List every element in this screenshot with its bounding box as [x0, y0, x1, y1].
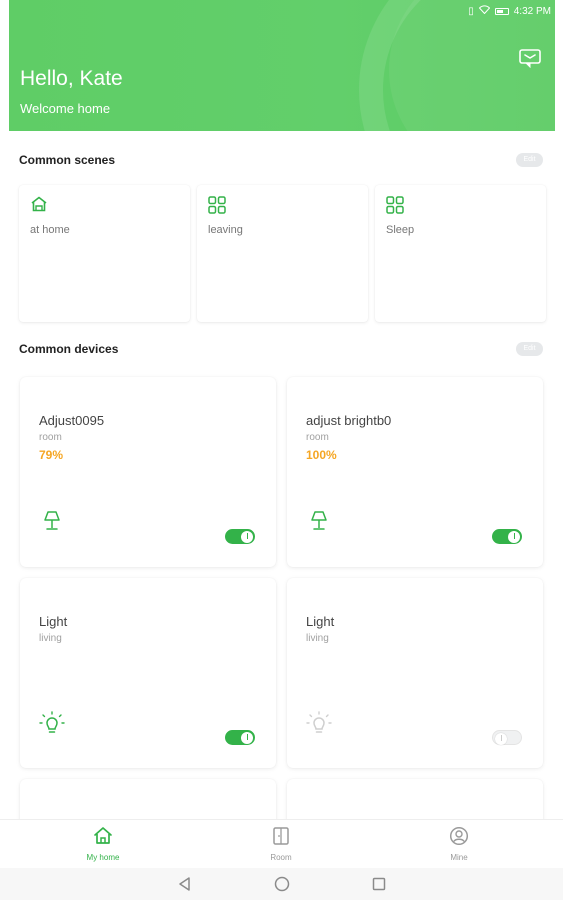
room-icon [273, 827, 289, 845]
greeting-title: Hello, Kate [20, 67, 123, 90]
device-brightness: 79% [39, 448, 64, 462]
greeting-subtitle: Welcome home [20, 101, 111, 116]
scene-label: Sleep [386, 224, 415, 236]
grid-scene-icon [386, 196, 404, 214]
device-card-adjust-brightb0[interactable]: adjust brightb0 room 100% [287, 377, 543, 567]
toggle-mark [513, 533, 515, 539]
device-room: room [306, 432, 329, 443]
scenes-edit-button[interactable]: Edit [516, 153, 543, 167]
device-power-toggle[interactable] [492, 730, 522, 745]
header-banner: ▯ 4:32 PM Hello, Kate Welcome home [9, 0, 555, 131]
devices-edit-button[interactable]: Edit [516, 342, 543, 356]
scene-label: at home [30, 224, 70, 236]
bulb-icon [39, 711, 65, 733]
toggle-mark [500, 735, 502, 741]
status-bar: ▯ 4:32 PM [468, 5, 551, 17]
bottom-navigation: My home Room Mine [0, 819, 563, 868]
lamp-icon [44, 511, 60, 530]
home-scene-icon [31, 196, 47, 212]
recents-icon[interactable] [371, 876, 387, 892]
grid-scene-icon [208, 196, 226, 214]
device-room: living [306, 633, 329, 644]
device-name: Adjust0095 [39, 413, 105, 428]
message-icon[interactable] [519, 49, 541, 68]
system-navigation-bar [0, 868, 563, 900]
nav-tab-my-home[interactable]: My home [53, 820, 153, 869]
lamp-icon [311, 511, 327, 530]
device-name: Light [39, 614, 68, 629]
scene-card-sleep[interactable]: Sleep [375, 185, 546, 322]
device-room: room [39, 432, 62, 443]
wifi-icon [478, 5, 490, 17]
device-name: adjust brightb0 [306, 413, 392, 428]
device-brightness: 100% [306, 448, 337, 462]
back-icon[interactable] [177, 876, 193, 892]
nav-label: My home [86, 853, 120, 862]
nav-label: Mine [450, 853, 468, 862]
toggle-mark [246, 734, 248, 740]
profile-icon [449, 826, 469, 846]
scene-label: leaving [208, 224, 243, 236]
device-card-adjust0095[interactable]: Adjust0095 room 79% [20, 377, 276, 567]
scene-card-leaving[interactable]: leaving [197, 185, 368, 322]
scene-card-at-home[interactable]: at home [19, 185, 190, 322]
device-name: Light [306, 614, 335, 629]
status-time: 4:32 PM [513, 5, 551, 17]
devices-title: Common devices [19, 342, 119, 356]
vibrate-icon: ▯ [468, 5, 474, 17]
toggle-mark [246, 533, 248, 539]
device-card-light[interactable]: Light living [287, 578, 543, 768]
home-icon [94, 827, 112, 844]
device-power-toggle[interactable] [492, 529, 522, 544]
device-room: living [39, 633, 62, 644]
scenes-title: Common scenes [19, 153, 116, 167]
home-circle-icon[interactable] [274, 876, 290, 892]
bulb-icon [306, 711, 332, 733]
device-power-toggle[interactable] [225, 529, 255, 544]
battery-icon [494, 7, 509, 15]
device-power-toggle[interactable] [225, 730, 255, 745]
device-card-light[interactable]: Light living [20, 578, 276, 768]
nav-tab-mine[interactable]: Mine [409, 820, 509, 869]
nav-tab-room[interactable]: Room [231, 820, 331, 869]
nav-label: Room [270, 853, 292, 862]
